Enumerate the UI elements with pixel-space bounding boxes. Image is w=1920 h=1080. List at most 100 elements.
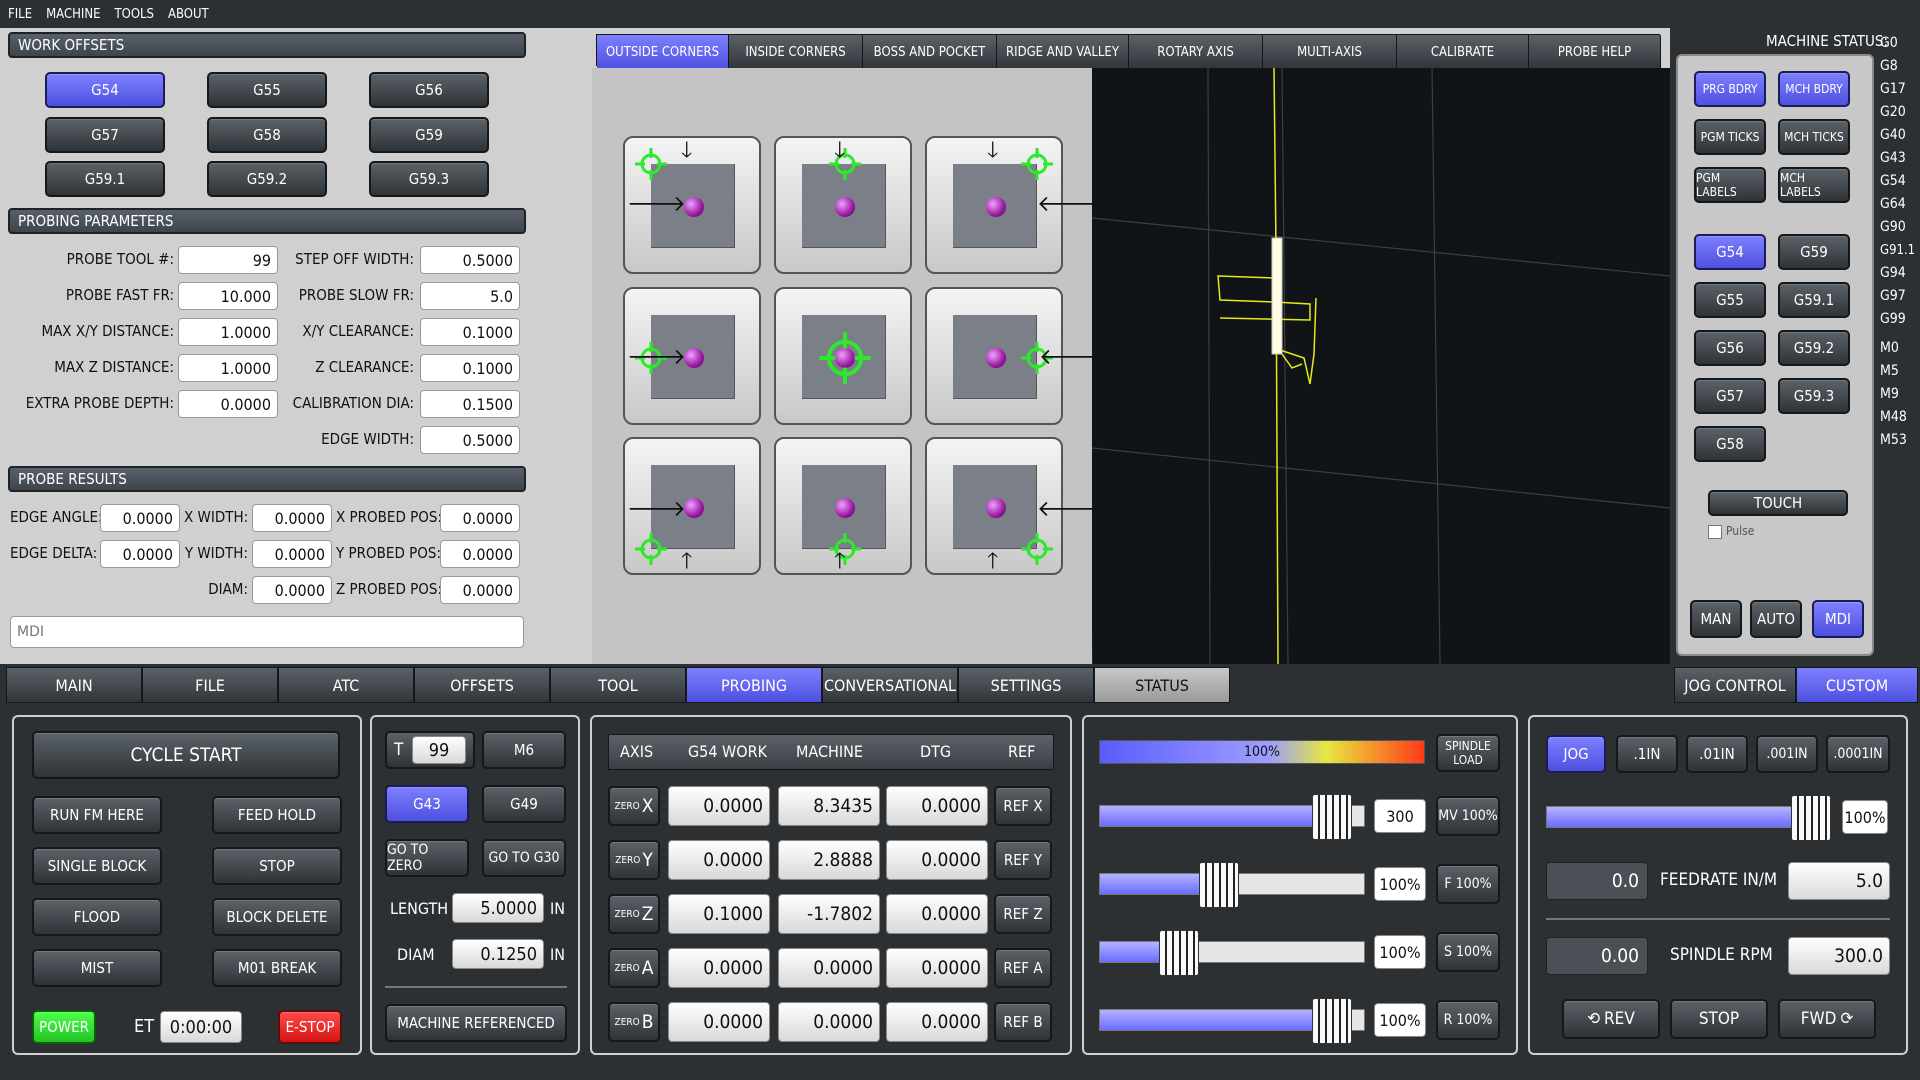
offset-g54-button[interactable]: G54 — [45, 72, 165, 108]
view-g57-button[interactable]: G57 — [1694, 378, 1766, 414]
ref-x-button[interactable]: REF X — [994, 786, 1052, 826]
flood-button[interactable]: FLOOD — [32, 898, 162, 936]
block-delete-button[interactable]: BLOCK DELETE — [212, 898, 342, 936]
tab-atc[interactable]: ATC — [278, 667, 414, 703]
m01-break-button[interactable]: M01 BREAK — [212, 949, 342, 987]
mch-ticks-button[interactable]: MCH TICKS — [1778, 119, 1850, 155]
pgm-ticks-button[interactable]: PGM TICKS — [1694, 119, 1766, 155]
step-off-width-field[interactable]: 0.5000 — [420, 246, 520, 274]
menu-about[interactable]: ABOUT — [168, 7, 209, 22]
menu-file[interactable]: FILE — [8, 7, 32, 22]
jog-01-button[interactable]: .1IN — [1616, 735, 1678, 773]
max-velocity-slider[interactable] — [1099, 794, 1365, 840]
max-velocity-reset-button[interactable]: MV 100% — [1436, 796, 1500, 836]
offset-g59-3-button[interactable]: G59.3 — [369, 161, 489, 197]
tab-file[interactable]: FILE — [142, 667, 278, 703]
tab-offsets[interactable]: OFFSETS — [414, 667, 550, 703]
pulse-checkbox[interactable] — [1708, 525, 1722, 539]
ref-b-button[interactable]: REF B — [994, 1002, 1052, 1042]
zero-x-button[interactable]: ZERO X — [608, 786, 660, 826]
machine-referenced-button[interactable]: MACHINE REFERENCED — [385, 1004, 567, 1042]
tab-main[interactable]: MAIN — [6, 667, 142, 703]
estop-button[interactable]: E-STOP — [278, 1010, 342, 1044]
g43-button[interactable]: G43 — [385, 785, 469, 823]
probe-tile-middle-right[interactable]: 🡐 — [925, 287, 1098, 425]
mist-button[interactable]: MIST — [32, 949, 162, 987]
mode-man-button[interactable]: MAN — [1690, 600, 1742, 638]
view-g55-button[interactable]: G55 — [1694, 282, 1766, 318]
offset-g57-button[interactable]: G57 — [45, 117, 165, 153]
offset-g59-2-button[interactable]: G59.2 — [207, 161, 327, 197]
ref-y-button[interactable]: REF Y — [994, 840, 1052, 880]
feed-override-slider[interactable] — [1099, 862, 1365, 908]
run-from-here-button[interactable]: RUN FM HERE — [32, 796, 162, 834]
spindle-override-slider[interactable] — [1099, 930, 1365, 976]
feed-hold-button[interactable]: FEED HOLD — [212, 796, 342, 834]
cycle-start-button[interactable]: CYCLE START — [32, 731, 340, 779]
mode-mdi-button[interactable]: MDI — [1812, 600, 1864, 638]
probe-tile-middle-left[interactable]: 🡒 — [623, 287, 761, 425]
offset-g56-button[interactable]: G56 — [369, 72, 489, 108]
tab-rotary-axis[interactable]: ROTARY AXIS — [1129, 35, 1263, 69]
single-block-button[interactable]: SINGLE BLOCK — [32, 847, 162, 885]
ref-z-button[interactable]: REF Z — [994, 894, 1052, 934]
go-to-zero-button[interactable]: GO TO ZERO — [385, 839, 469, 877]
zero-b-button[interactable]: ZERO B — [608, 1002, 660, 1042]
ref-a-button[interactable]: REF A — [994, 948, 1052, 988]
slider-thumb[interactable] — [1791, 795, 1832, 841]
tab-conversational[interactable]: CONVERSATIONAL — [822, 667, 958, 703]
prg-bdry-button[interactable]: PRG BDRY — [1694, 71, 1766, 107]
tool-number-field[interactable]: 99 — [412, 736, 466, 764]
stop-button[interactable]: STOP — [212, 847, 342, 885]
probe-tile-top-center[interactable]: 🡓 — [774, 136, 912, 274]
touch-button[interactable]: TOUCH — [1708, 490, 1848, 516]
spindle-stop-button[interactable]: STOP — [1670, 999, 1768, 1039]
spindle-reset-button[interactable]: S 100% — [1436, 932, 1500, 972]
menu-tools[interactable]: TOOLS — [115, 7, 155, 22]
tab-status[interactable]: STATUS — [1094, 667, 1230, 703]
spindle-rpm-set-field[interactable]: 300.0 — [1788, 937, 1890, 975]
zero-z-button[interactable]: ZERO Z — [608, 894, 660, 934]
offset-g58-button[interactable]: G58 — [207, 117, 327, 153]
jog-continuous-button[interactable]: JOG — [1546, 735, 1606, 773]
rapid-reset-button[interactable]: R 100% — [1436, 1000, 1500, 1040]
z-clearance-field[interactable]: 0.1000 — [420, 354, 520, 382]
zero-a-button[interactable]: ZERO A — [608, 948, 660, 988]
tool-diam-field[interactable]: 0.1250 — [452, 939, 544, 969]
offset-g59-1-button[interactable]: G59.1 — [45, 161, 165, 197]
tab-boss-and-pocket[interactable]: BOSS AND POCKET — [863, 35, 997, 69]
tab-calibrate[interactable]: CALIBRATE — [1397, 35, 1529, 69]
jog-0001-button[interactable]: .001IN — [1756, 735, 1818, 773]
zero-y-button[interactable]: ZERO Y — [608, 840, 660, 880]
probe-tile-top-right[interactable]: 🡓 🡐 — [925, 136, 1096, 274]
tab-ridge-and-valley[interactable]: RIDGE AND VALLEY — [997, 35, 1129, 69]
probe-tile-top-left[interactable]: 🡓 🡒 — [623, 136, 761, 274]
tab-jog-control[interactable]: JOG CONTROL — [1674, 667, 1796, 703]
view-g59-2-button[interactable]: G59.2 — [1778, 330, 1850, 366]
view-g58-button[interactable]: G58 — [1694, 426, 1766, 462]
probe-tile-bottom-right[interactable]: 🡐 🡑 — [925, 437, 1096, 575]
backplot-view[interactable] — [1092, 68, 1670, 664]
rapid-override-slider[interactable] — [1099, 998, 1365, 1044]
tab-inside-corners[interactable]: INSIDE CORNERS — [729, 35, 863, 69]
view-g56-button[interactable]: G56 — [1694, 330, 1766, 366]
tab-tool[interactable]: TOOL — [550, 667, 686, 703]
probe-tile-bottom-center[interactable]: 🡑 — [774, 437, 912, 575]
probe-slow-fr-field[interactable]: 5.0 — [420, 282, 520, 310]
edge-width-field[interactable]: 0.5000 — [420, 426, 520, 454]
probe-tile-bottom-left[interactable]: 🡒 🡑 — [623, 437, 761, 575]
tab-probing[interactable]: PROBING — [686, 667, 822, 703]
xy-clearance-field[interactable]: 0.1000 — [420, 318, 520, 346]
menu-machine[interactable]: MACHINE — [46, 7, 100, 22]
tab-probe-help[interactable]: PROBE HELP — [1529, 35, 1661, 69]
mode-auto-button[interactable]: AUTO — [1750, 600, 1802, 638]
tab-settings[interactable]: SETTINGS — [958, 667, 1094, 703]
feed-reset-button[interactable]: F 100% — [1436, 864, 1500, 904]
go-to-g30-button[interactable]: GO TO G30 — [482, 839, 566, 877]
m6-button[interactable]: M6 — [482, 731, 566, 769]
mch-bdry-button[interactable]: MCH BDRY — [1778, 71, 1850, 107]
tab-multi-axis[interactable]: MULTI-AXIS — [1263, 35, 1397, 69]
tab-outside-corners[interactable]: OUTSIDE CORNERS — [597, 35, 729, 69]
jog-00001-button[interactable]: .0001IN — [1826, 735, 1890, 773]
offset-g55-button[interactable]: G55 — [207, 72, 327, 108]
